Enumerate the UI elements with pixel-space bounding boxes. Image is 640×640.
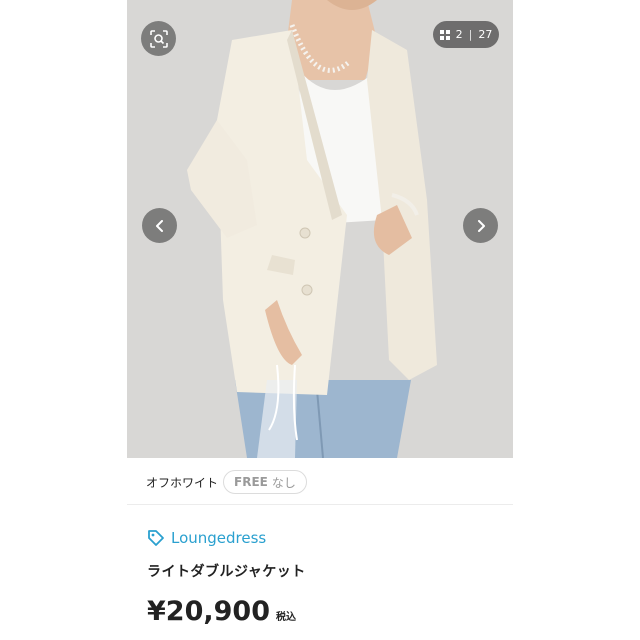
image-search-button[interactable] <box>141 21 176 56</box>
image-counter[interactable]: 2 | 27 <box>433 21 499 48</box>
color-label: オフホワイト <box>146 476 219 490</box>
product-title: ライトダブルジャケット <box>147 564 306 580</box>
product-image-gallery[interactable]: 2 | 27 <box>127 0 513 458</box>
tax-label: 税込 <box>275 612 296 623</box>
chevron-left-icon <box>155 219 163 232</box>
variant-attributes: オフホワイト FREE なし <box>127 458 513 505</box>
price-row: ¥20,900 税込 <box>147 596 296 627</box>
brand-link[interactable]: Loungedress <box>147 527 266 549</box>
counter-total: 27 <box>478 28 493 41</box>
grid-icon <box>439 29 450 40</box>
counter-current: 2 <box>455 28 463 41</box>
counter-separator: | <box>468 28 473 41</box>
product-photo <box>127 0 513 458</box>
search-lens-icon <box>149 29 168 48</box>
next-image-button[interactable] <box>463 208 498 243</box>
brand-name: Loungedress <box>171 529 267 547</box>
stock-status: なし <box>271 475 296 490</box>
chevron-right-icon <box>477 219 485 232</box>
size-chip[interactable]: FREE なし <box>223 470 307 494</box>
size-label: FREE <box>234 475 268 489</box>
tag-icon <box>148 530 164 546</box>
price: ¥20,900 <box>147 596 270 627</box>
previous-image-button[interactable] <box>142 208 177 243</box>
